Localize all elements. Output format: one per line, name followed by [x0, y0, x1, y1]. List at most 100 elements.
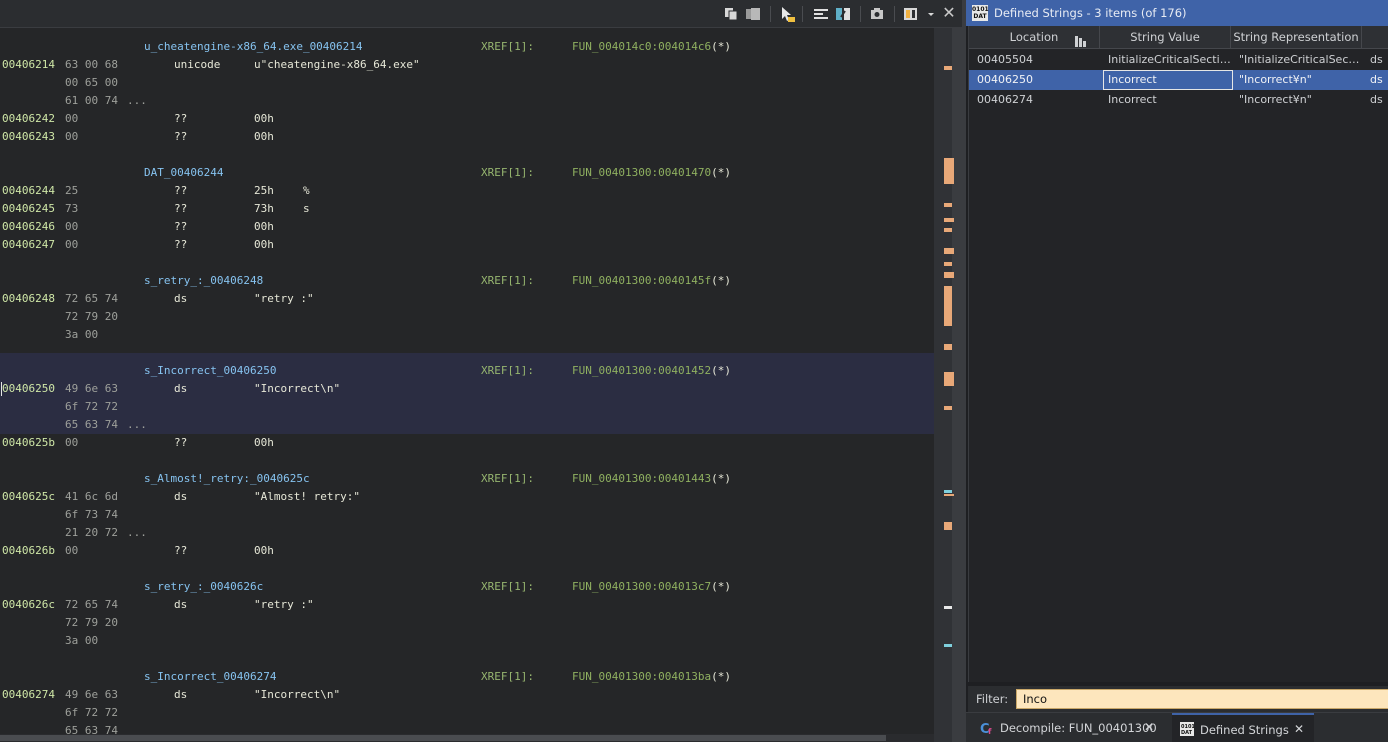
xref-target[interactable]: FUN_00401300:00401452: [572, 364, 711, 377]
listing-code-row[interactable]: 00406246 00?? 00h: [0, 218, 934, 236]
address[interactable]: 00406246: [2, 218, 55, 236]
overview-marker[interactable]: [944, 522, 952, 530]
operand[interactable]: 00h: [254, 128, 274, 146]
close-icon[interactable]: ✕: [1144, 713, 1154, 741]
symbol-label[interactable]: u_cheatengine-x86_64.exe_00406214: [144, 38, 363, 56]
listing-label-row[interactable]: s_retry_:_0040626c XREF[1]: FUN_00401300:0…: [0, 578, 934, 596]
snapshot-icon[interactable]: [868, 5, 886, 23]
overview-marker[interactable]: [944, 66, 952, 70]
column-header-data-type[interactable]: [1362, 26, 1388, 49]
table-row-selected[interactable]: 00406250 Incorrect "Incorrect¥n" ds: [969, 70, 1388, 90]
mnemonic[interactable]: ??: [174, 110, 187, 128]
address[interactable]: 00406243: [2, 128, 55, 146]
listing-code-row[interactable]: 3a 00: [0, 632, 934, 650]
address[interactable]: 00406248: [2, 290, 55, 308]
listing-code-row[interactable]: 61 00 74...: [0, 92, 934, 110]
overview-marker[interactable]: [944, 248, 954, 254]
listing-code-row[interactable]: 21 20 72...: [0, 524, 934, 542]
tab-defined-strings[interactable]: 0101 DAT Defined Strings ✕: [1172, 713, 1314, 742]
listing-code-row[interactable]: 0040626b 00?? 00h: [0, 542, 934, 560]
listing-code-row[interactable]: 00406243 00?? 00h: [0, 128, 934, 146]
overview-marker[interactable]: [944, 228, 952, 232]
listing-code-row[interactable]: 00406244 25?? 25h%: [0, 182, 934, 200]
address[interactable]: 00406214: [2, 56, 55, 74]
operand[interactable]: "Incorrect\n": [254, 686, 340, 704]
symbol-label[interactable]: DAT_00406244: [144, 164, 223, 182]
mnemonic[interactable]: ??: [174, 542, 187, 560]
address[interactable]: 0040626c: [2, 596, 55, 614]
xref-link[interactable]: FUN_00401300:00401452(*): [572, 362, 731, 380]
listing-code-row[interactable]: 72 79 20: [0, 308, 934, 326]
mnemonic[interactable]: ds: [174, 596, 187, 614]
address[interactable]: 0040625b: [2, 434, 55, 452]
symbol-label[interactable]: s_Incorrect_00406274: [144, 668, 276, 686]
listing-label-row[interactable]: s_Almost!_retry:_0040625c XREF[1]: FUN_004…: [0, 470, 934, 488]
mnemonic[interactable]: ds: [174, 488, 187, 506]
listing-code-row[interactable]: 00406247 00?? 00h: [0, 236, 934, 254]
xref-link[interactable]: FUN_00401300:004013c7(*): [572, 578, 731, 596]
mnemonic[interactable]: ??: [174, 128, 187, 146]
close-icon[interactable]: ✕: [940, 3, 958, 23]
operand[interactable]: 00h: [254, 236, 274, 254]
cell-string-value[interactable]: Incorrect: [1103, 70, 1233, 90]
overview-marker[interactable]: [944, 644, 952, 647]
listing-code-row[interactable]: 00406245 73?? 73h s: [0, 200, 934, 218]
address[interactable]: 00406250: [2, 380, 55, 398]
symbol-label[interactable]: s_Almost!_retry:_0040625c: [144, 470, 310, 488]
operand[interactable]: 00h: [254, 434, 274, 452]
overview-marker[interactable]: [944, 344, 952, 350]
overview-marker[interactable]: [944, 372, 954, 386]
mnemonic[interactable]: ??: [174, 236, 187, 254]
xref-target[interactable]: FUN_00401300:00401470: [572, 166, 711, 179]
operand[interactable]: "retry :": [254, 290, 314, 308]
listing-code-row[interactable]: 00406250 49 6e 63 ds "Incorrect\n": [0, 380, 934, 398]
mnemonic[interactable]: ??: [174, 182, 187, 200]
listing-code-row[interactable]: 0040626c 72 65 74 ds "retry :": [0, 596, 934, 614]
listing-label-row[interactable]: u_cheatengine-x86_64.exe_00406214 XREF[1]…: [0, 38, 934, 56]
overview-marker[interactable]: [944, 606, 952, 609]
operand[interactable]: "retry :": [254, 596, 314, 614]
address[interactable]: 0040625c: [2, 488, 55, 506]
xref-link[interactable]: FUN_00401300:004013ba(*): [572, 668, 731, 686]
paste-icon[interactable]: [744, 5, 762, 23]
mnemonic[interactable]: ??: [174, 434, 187, 452]
xref-link[interactable]: FUN_004014c0:004014c6(*): [572, 38, 731, 56]
listing-view[interactable]: u_cheatengine-x86_64.exe_00406214 XREF[1]…: [0, 28, 934, 734]
xref-target[interactable]: FUN_00401300:004013c7: [572, 580, 711, 593]
listing-label-row[interactable]: s_Incorrect_00406274 XREF[1]: FUN_00401300…: [0, 668, 934, 686]
operand[interactable]: 00h: [254, 218, 274, 236]
overview-marker[interactable]: [944, 494, 954, 496]
cursor-select-icon[interactable]: [778, 5, 796, 23]
listing-code-row[interactable]: 6f 72 72: [0, 398, 934, 416]
address[interactable]: 0040626b: [2, 542, 55, 560]
mnemonic[interactable]: ??: [174, 218, 187, 236]
overview-margin[interactable]: [934, 28, 962, 742]
operand[interactable]: u"cheatengine-x86_64.exe": [254, 56, 420, 74]
xref-target[interactable]: FUN_004014c0:004014c6: [572, 40, 711, 53]
symbol-label[interactable]: s_retry_:_00406248: [144, 272, 263, 290]
mnemonic[interactable]: ds: [174, 380, 187, 398]
tab-decompile[interactable]: Cf Decompile: FUN_00401300 ✕: [972, 713, 1162, 742]
xref-link[interactable]: FUN_00401300:00401470(*): [572, 164, 731, 182]
table-row[interactable]: 00406274 Incorrect "Incorrect¥n" ds: [969, 90, 1388, 110]
operand[interactable]: 25h: [254, 182, 274, 200]
address[interactable]: 00406242: [2, 110, 55, 128]
operand[interactable]: "Incorrect\n": [254, 380, 340, 398]
overview-marker[interactable]: [944, 203, 952, 207]
address[interactable]: 00406244: [2, 182, 55, 200]
address[interactable]: 00406245: [2, 200, 55, 218]
diff-view-icon[interactable]: [834, 5, 852, 23]
operand[interactable]: 00h: [254, 542, 274, 560]
listing-label-row[interactable]: DAT_00406244 XREF[1]: FUN_00401300:0040147…: [0, 164, 934, 182]
listing-code-row[interactable]: 00406248 72 65 74 ds "retry :": [0, 290, 934, 308]
listing-code-row[interactable]: 0040625b 00?? 00h: [0, 434, 934, 452]
overview-marker[interactable]: [944, 490, 952, 493]
overview-marker[interactable]: [944, 272, 954, 278]
address[interactable]: 00406247: [2, 236, 55, 254]
listing-code-row[interactable]: 6f 72 72: [0, 704, 934, 722]
code-browser-options-icon[interactable]: [902, 5, 920, 23]
horizontal-scrollbar-thumb[interactable]: [0, 735, 886, 741]
listing-code-row[interactable]: 0040625c 41 6c 6d ds "Almost! retry:": [0, 488, 934, 506]
filter-input[interactable]: [1016, 689, 1388, 709]
symbol-label[interactable]: s_Incorrect_00406250: [144, 362, 276, 380]
